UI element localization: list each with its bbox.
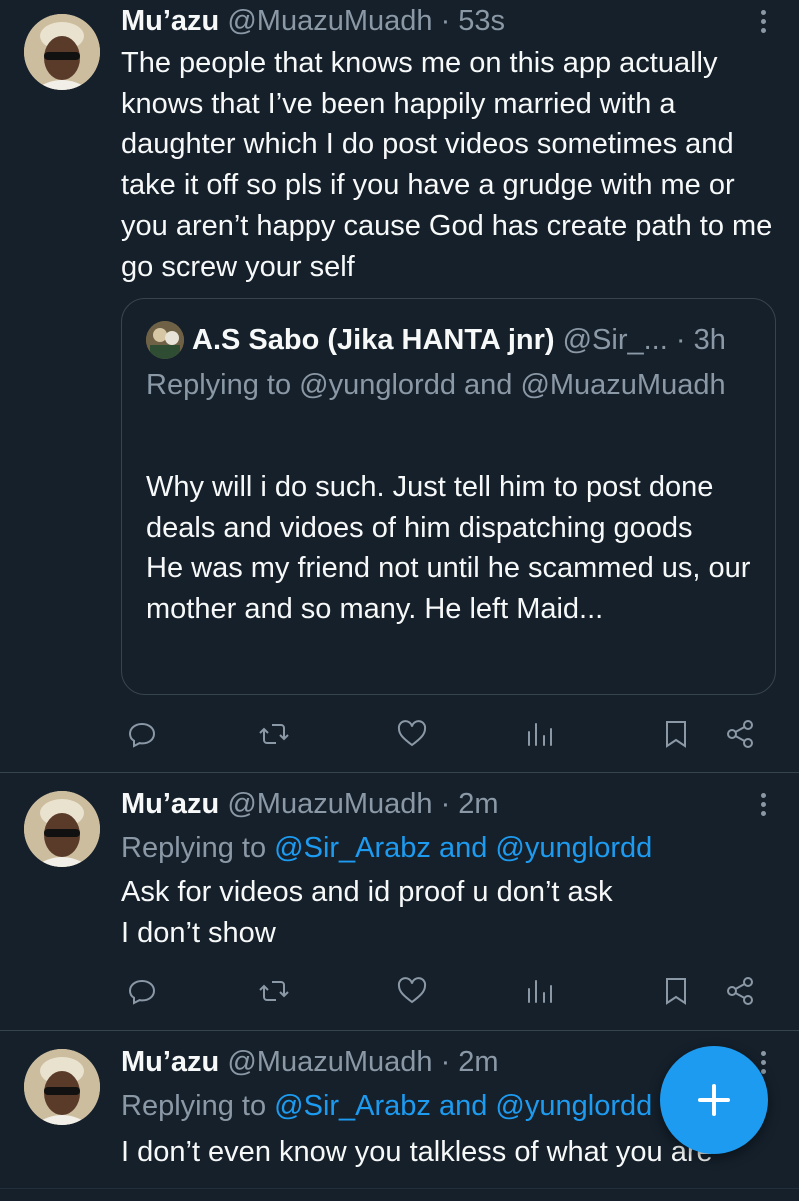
timestamp[interactable]: · 2m <box>441 1046 499 1078</box>
handle[interactable]: @MuazuMuadh <box>227 788 432 820</box>
replying-to-links[interactable]: @Sir_Arabz and @yunglordd <box>274 832 652 864</box>
tweet-text-line: I don’t show <box>121 916 276 949</box>
quote-text-line: He was my friend not until he scammed us… <box>146 552 751 625</box>
plus-icon <box>698 1084 730 1116</box>
retweet-icon[interactable] <box>256 716 292 752</box>
replying-to: Replying to @Sir_Arabz and @yunglordd <box>121 831 652 865</box>
avatar[interactable] <box>24 14 100 90</box>
share-icon[interactable] <box>722 973 758 1009</box>
bottom-edge <box>0 1188 799 1201</box>
quote-replying-to: Replying to @yunglordd and @MuazuMuadh <box>146 369 726 401</box>
action-bar <box>0 973 799 1017</box>
quote-timestamp: · 3h <box>675 324 726 356</box>
display-name[interactable]: Mu’azu <box>121 788 219 820</box>
reply-icon[interactable] <box>124 973 160 1009</box>
quoted-tweet[interactable]: A.S Sabo (Jika HANTA jnr) @Sir_... · 3h … <box>121 298 776 695</box>
quote-header: A.S Sabo (Jika HANTA jnr) @Sir_... · 3h <box>192 322 726 358</box>
bookmark-icon[interactable] <box>658 716 694 752</box>
display-name[interactable]: Mu’azu <box>121 5 219 37</box>
tweet-header: Mu’azu @MuazuMuadh · 2m <box>121 1045 499 1079</box>
tweet[interactable]: Mu’azu @MuazuMuadh · 53s The people that… <box>0 0 799 770</box>
tweet-text-line: Ask for videos and id proof u don’t ask <box>121 876 613 908</box>
compose-button[interactable] <box>660 1046 768 1154</box>
bookmark-icon[interactable] <box>658 973 694 1009</box>
avatar[interactable] <box>24 1049 100 1125</box>
tweet-text: Ask for videos and id proof u don’t ask … <box>121 872 779 953</box>
heart-icon[interactable] <box>394 973 430 1009</box>
quote-handle: @Sir_... <box>562 324 668 356</box>
share-icon[interactable] <box>722 716 758 752</box>
tweet-header: Mu’azu @MuazuMuadh · 2m <box>121 787 499 821</box>
more-options-icon[interactable] <box>753 789 773 823</box>
replying-to: Replying to @Sir_Arabz and @yunglordd <box>121 1089 652 1123</box>
heart-icon[interactable] <box>394 716 430 752</box>
replying-to-label: Replying to <box>121 832 275 864</box>
quote-text-line: Why will i do such. Just tell him to pos… <box>146 471 714 544</box>
action-bar <box>0 716 799 760</box>
quote-text: Why will i do such. Just tell him to pos… <box>146 467 766 629</box>
views-icon[interactable] <box>522 716 558 752</box>
reply-icon[interactable] <box>124 716 160 752</box>
replying-to-label: Replying to <box>121 1090 275 1122</box>
display-name[interactable]: Mu’azu <box>121 1046 219 1078</box>
tweet-header: Mu’azu @MuazuMuadh · 53s <box>121 4 505 38</box>
replying-to-links[interactable]: @Sir_Arabz and @yunglordd <box>274 1090 652 1122</box>
quote-avatar <box>146 321 184 359</box>
more-options-icon[interactable] <box>753 6 773 40</box>
timestamp[interactable]: · 53s <box>441 5 505 37</box>
tweet-text: The people that knows me on this app act… <box>121 47 773 283</box>
quote-display-name: A.S Sabo (Jika HANTA jnr) <box>192 324 555 356</box>
handle[interactable]: @MuazuMuadh <box>227 5 432 37</box>
handle[interactable]: @MuazuMuadh <box>227 1046 432 1078</box>
views-icon[interactable] <box>522 973 558 1009</box>
timestamp[interactable]: · 2m <box>441 788 499 820</box>
tweet[interactable]: Mu’azu @MuazuMuadh · 2m Replying to @Sir… <box>0 773 799 1029</box>
avatar[interactable] <box>24 791 100 867</box>
retweet-icon[interactable] <box>256 973 292 1009</box>
